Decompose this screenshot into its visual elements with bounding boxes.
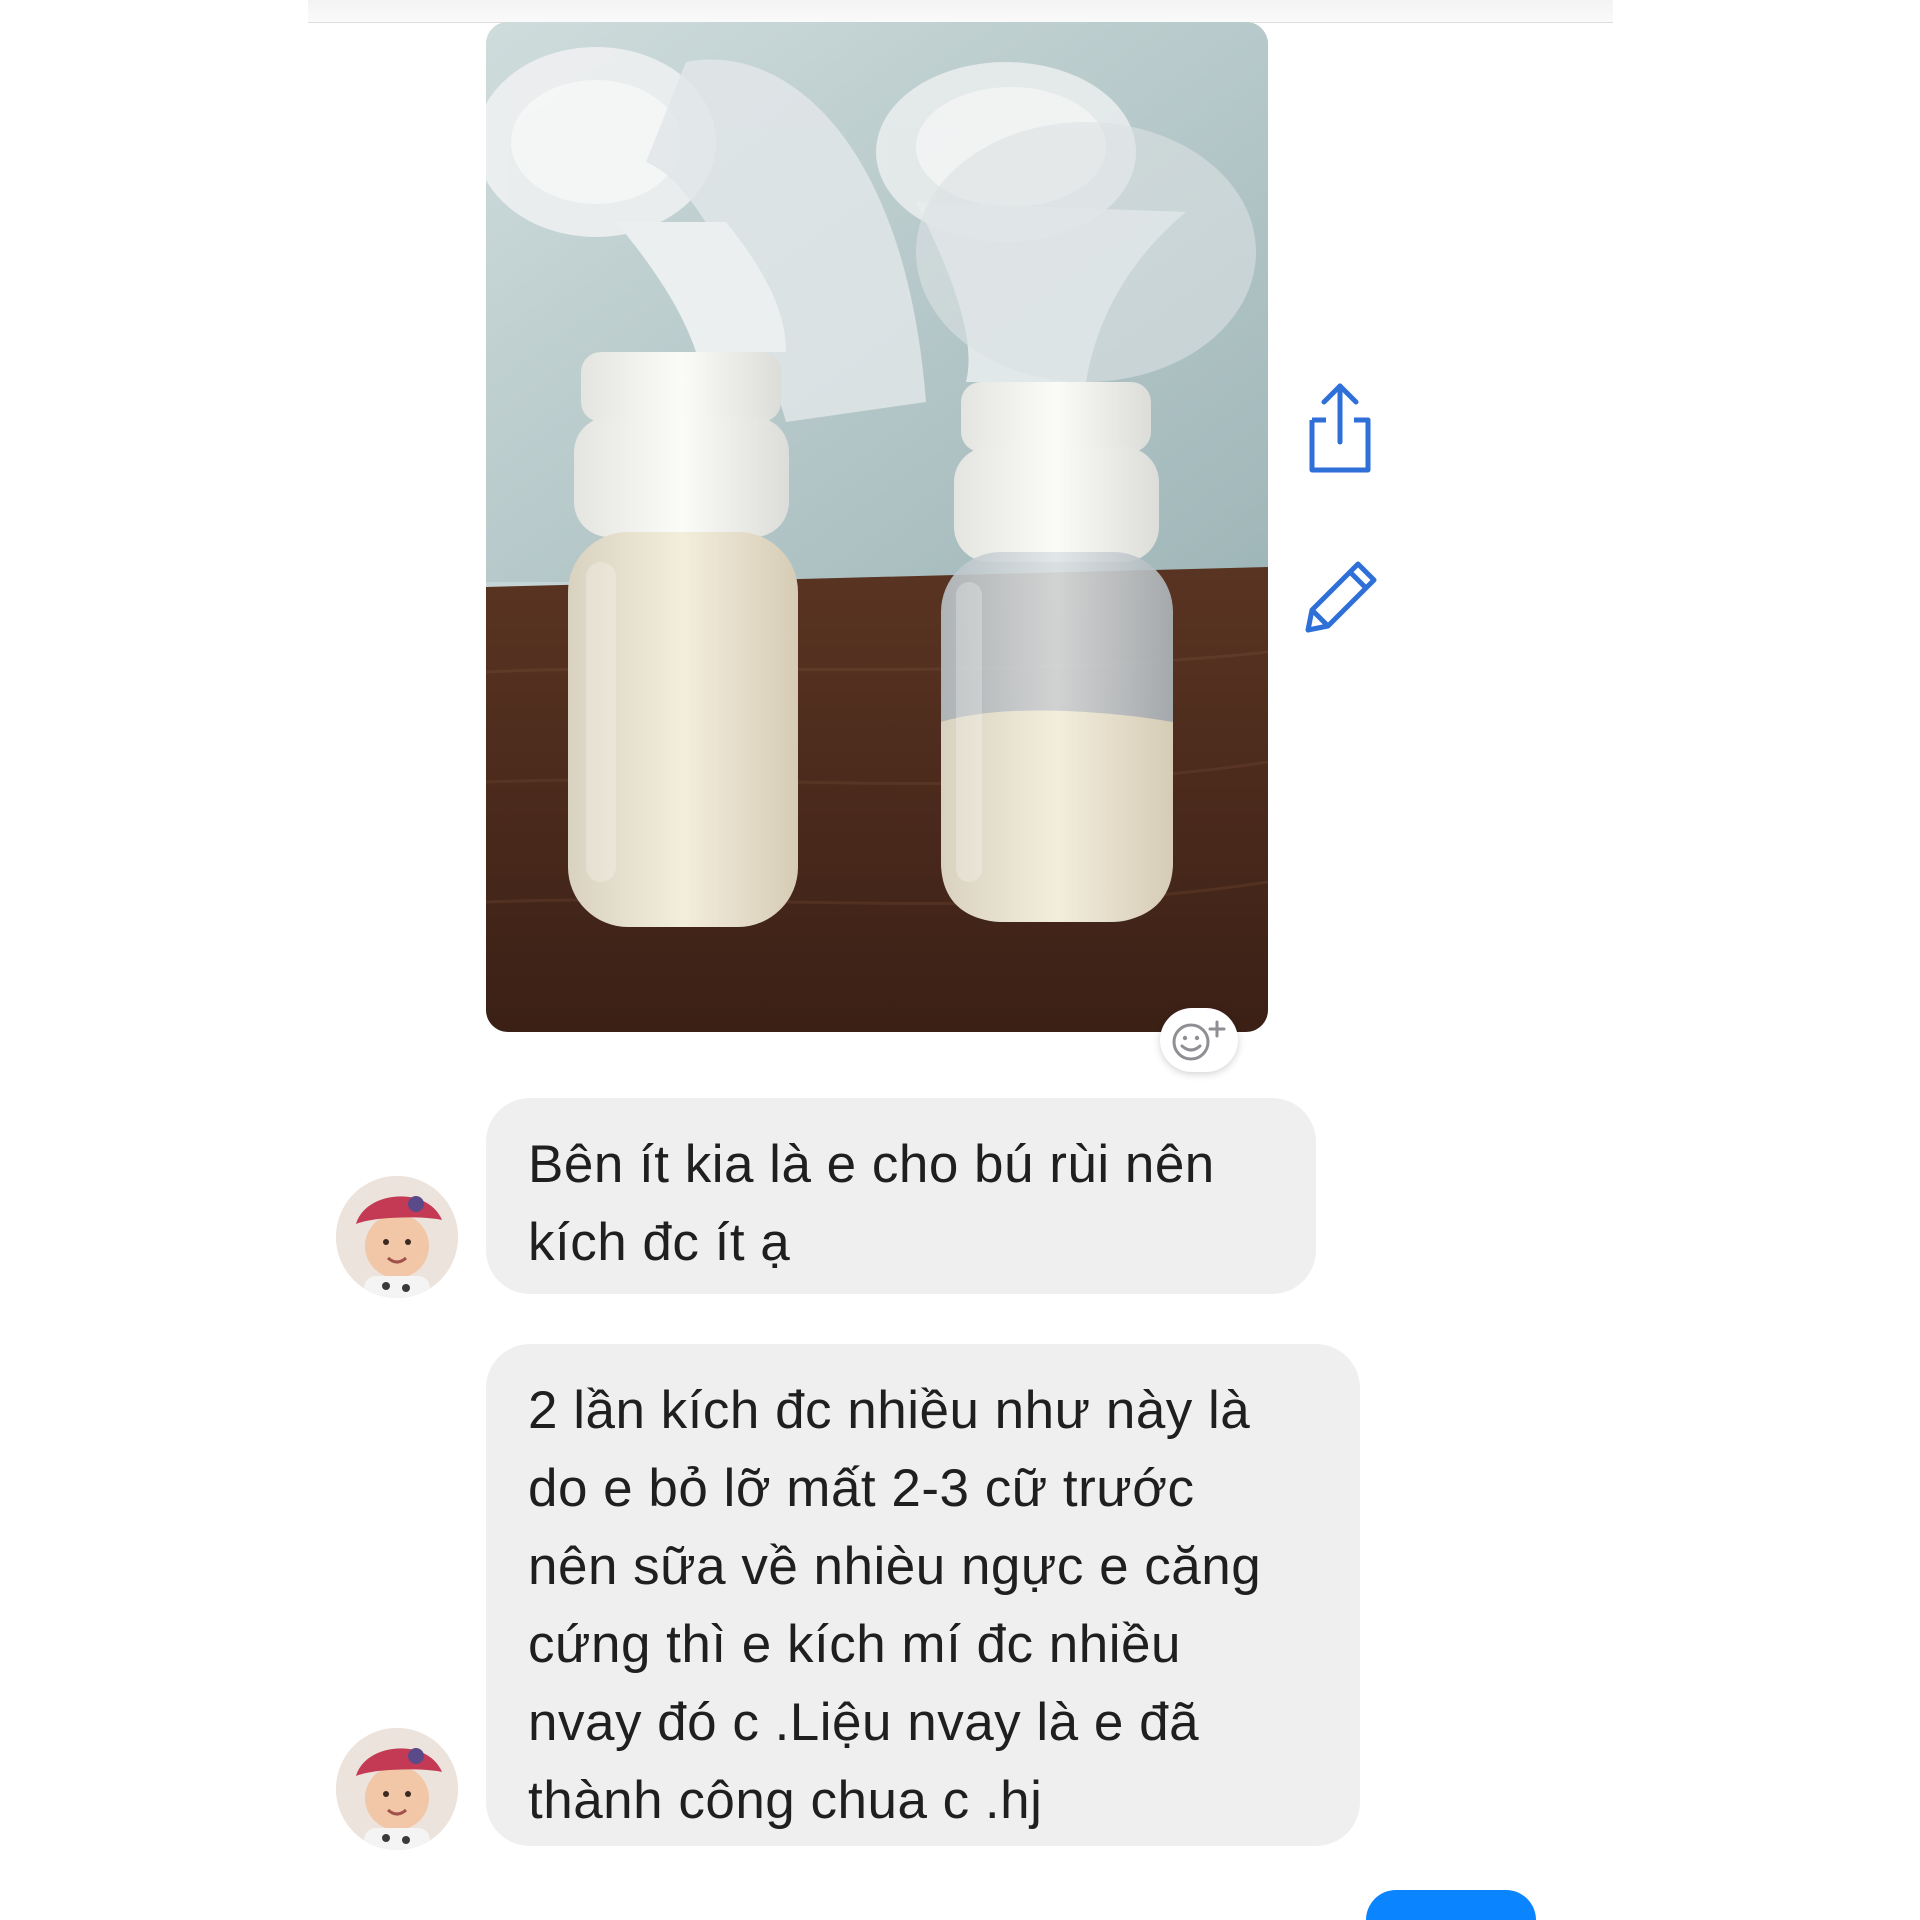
message-text-line: Bên ít kia là e cho bú rùi nên — [528, 1135, 1215, 1194]
message-text-line: 2 lần kích đc nhiều như này là — [528, 1381, 1251, 1440]
page: Bên ít kia là e cho bú rùi nên kích đc í… — [0, 0, 1920, 1920]
avatar[interactable] — [336, 1176, 458, 1298]
message-text-line: kích đc ít ạ — [528, 1213, 791, 1272]
baby-avatar-image — [336, 1728, 458, 1850]
message-text-line: thành công chua c .hj — [528, 1771, 1043, 1830]
add-reaction-icon — [1172, 1020, 1226, 1061]
add-reaction-button[interactable] — [1160, 1008, 1238, 1072]
pencil-icon — [1305, 561, 1377, 633]
share-icon — [1309, 383, 1371, 473]
baby-avatar-image — [336, 1176, 458, 1298]
message-bubble[interactable]: 2 lần kích đc nhiều như này là do e bỏ l… — [486, 1344, 1360, 1846]
outgoing-message-bubble[interactable] — [1366, 1890, 1536, 1920]
top-bar — [308, 0, 1613, 23]
edit-button[interactable] — [1290, 548, 1390, 648]
message-text-line: nvay đó c .Liệu nvay là e đã — [528, 1693, 1200, 1752]
message-text-line: cứng thì e kích mí đc nhiều — [528, 1615, 1181, 1674]
message-bubble[interactable]: Bên ít kia là e cho bú rùi nên kích đc í… — [486, 1098, 1316, 1294]
message-text-line: nên sữa về nhièu ngực e căng — [528, 1537, 1262, 1596]
photo-message[interactable] — [486, 22, 1268, 1032]
milk-bottles-photo — [486, 22, 1268, 1032]
share-button[interactable] — [1290, 378, 1390, 478]
message-text-line: do e bỏ lỡ mất 2-3 cữ trước — [528, 1459, 1195, 1518]
avatar[interactable] — [336, 1728, 458, 1850]
